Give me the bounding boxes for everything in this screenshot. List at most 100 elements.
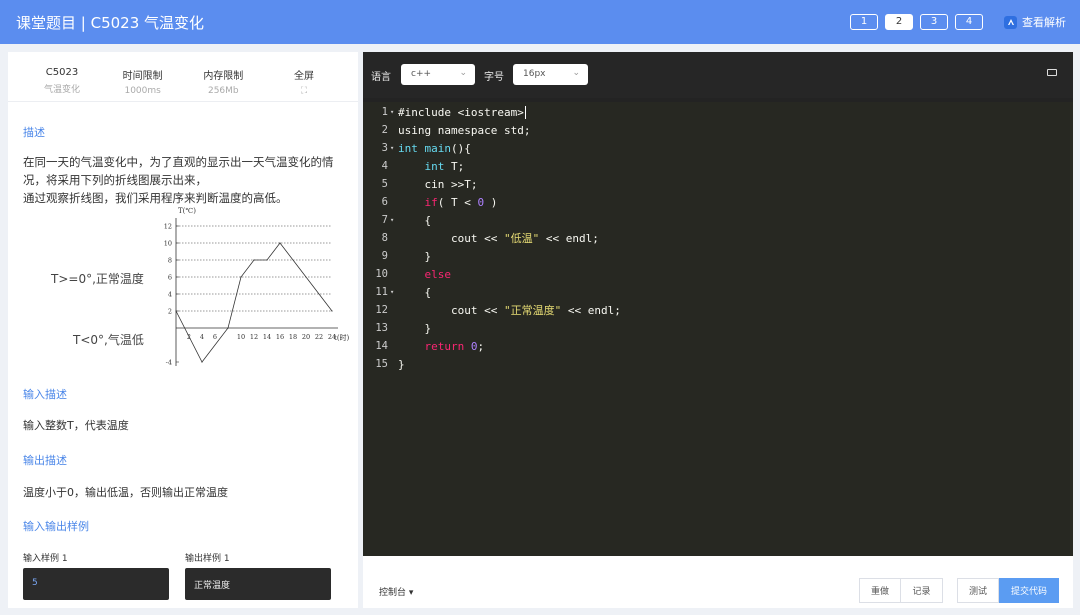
data-point	[201, 361, 203, 363]
line-number: 5	[381, 178, 388, 190]
test-button[interactable]: 测试	[957, 578, 999, 603]
code-line[interactable]: 3 ▾ int main(){	[363, 139, 1073, 157]
analysis-icon	[1004, 15, 1017, 29]
code-line[interactable]: 8 cout << "低温" << endl;	[363, 229, 1073, 247]
code-line[interactable]: 14 return 0;	[363, 337, 1073, 355]
y-tick-label: 2	[168, 308, 172, 316]
info-id: C5023 气温变化	[22, 67, 102, 101]
redo-button[interactable]: 重做	[859, 578, 901, 603]
code-line[interactable]: 13 }	[363, 319, 1073, 337]
y-tick-label: -4	[166, 359, 172, 367]
line-number: 6	[381, 196, 388, 208]
code-text: if( T < 0 )	[424, 195, 498, 209]
description-line-1: 在同一天的气温变化中，为了直观的显示出一天气温变化的情	[23, 155, 334, 169]
record-button[interactable]: 记录	[901, 578, 943, 603]
line-number: 15	[375, 358, 388, 370]
page-button-1[interactable]: 1	[850, 14, 878, 30]
info-memory-key: 内存限制	[203, 71, 244, 82]
editor-footer: 控制台 ▾ 重做 记录 测试 提交代码	[363, 556, 1073, 608]
data-point	[253, 259, 255, 261]
description-heading: 描述	[23, 126, 45, 139]
y-tick-label: 10	[164, 240, 172, 248]
code-text: cin >>T;	[398, 177, 478, 191]
code-line[interactable]: 15}	[363, 355, 1073, 373]
input-sample-label: 输入样例 1	[23, 554, 68, 564]
output-desc-text: 温度小于0，输出低温，否则输出正常温度	[23, 486, 228, 499]
code-text: {	[398, 213, 432, 227]
x-tick-label: 16	[276, 333, 284, 341]
input-desc-heading: 输入描述	[23, 388, 67, 401]
code-text: int main(){	[398, 141, 471, 155]
description-line-2: 况，将采用下列的折线图展示出来，	[23, 173, 207, 187]
fullscreen-icon[interactable]: ⛶	[264, 86, 344, 96]
x-axis-label: t(时)	[334, 333, 350, 342]
question-pager: 1 2 3 4	[850, 14, 983, 30]
samples-heading: 输入输出样例	[23, 520, 89, 533]
code-text: using namespace std;	[398, 123, 531, 137]
view-analysis-button[interactable]: 查看解析	[1004, 14, 1066, 30]
line-number: 3	[381, 142, 388, 154]
code-line[interactable]: 7 ▾ {	[363, 211, 1073, 229]
y-tick-label: 4	[168, 291, 172, 299]
code-line[interactable]: 9 }	[363, 247, 1073, 265]
code-text: #include <iostream>	[398, 105, 526, 119]
output-sample-label: 输出样例 1	[185, 554, 230, 564]
code-text: {	[398, 285, 432, 299]
info-id-value: 气温变化	[43, 85, 80, 95]
x-tick-label: 4	[200, 333, 204, 341]
page-button-2[interactable]: 2	[885, 14, 913, 30]
chevron-down-icon: ⌄	[572, 68, 580, 78]
info-id-key: C5023	[45, 67, 79, 78]
data-point	[227, 327, 229, 329]
code-editor[interactable]: 1 ▾ #include <iostream> 2 using namespace st…	[363, 102, 1073, 556]
y-tick-label: 6	[168, 274, 172, 282]
code-text: cout << "正常温度" << endl;	[398, 304, 621, 317]
code-text: }	[398, 249, 432, 263]
page-button-4[interactable]: 4	[955, 14, 983, 30]
fullscreen-toggle[interactable]: 全屏 ⛶	[264, 67, 344, 101]
language-select[interactable]: c++ ⌄	[401, 64, 475, 85]
line-number: 10	[375, 268, 388, 280]
line-number: 11	[375, 286, 388, 298]
data-point	[331, 310, 333, 312]
console-toggle[interactable]: 控制台 ▾	[379, 585, 413, 598]
code-line[interactable]: 1 ▾ #include <iostream>	[363, 103, 1073, 121]
fullscreen-label: 全屏	[293, 71, 314, 82]
code-line[interactable]: 6 if( T < 0 )	[363, 193, 1073, 211]
monitor-icon[interactable]	[1047, 69, 1057, 76]
submit-group: 测试 提交代码	[957, 578, 1059, 603]
code-line[interactable]: 12 cout << "正常温度" << endl;	[363, 301, 1073, 319]
line-number: 12	[375, 304, 388, 316]
code-line[interactable]: 11 ▾ {	[363, 283, 1073, 301]
chevron-down-icon: ⌄	[459, 68, 467, 78]
output-desc-heading: 输出描述	[23, 454, 67, 467]
data-point	[266, 259, 268, 261]
code-line[interactable]: 4 int T;	[363, 157, 1073, 175]
page-button-3[interactable]: 3	[920, 14, 948, 30]
figure-label-low: T<0°,气温低	[73, 333, 144, 347]
editor-toolbar: 语言 c++ ⌄ 字号 16px ⌄	[363, 52, 1073, 98]
data-point	[279, 242, 281, 244]
temperature-line-chart: 12108642-42 4 6 10 12 14 16 18 20 22 24T(℃)t(时)	[164, 207, 350, 367]
temperature-line	[175, 242, 333, 363]
code-text: else	[424, 267, 452, 281]
line-number: 7	[381, 214, 388, 226]
info-memory-value: 256Mb	[207, 86, 239, 96]
line-number: 2	[381, 124, 388, 136]
code-line[interactable]: 5 cin >>T;	[363, 175, 1073, 193]
line-number: 1	[381, 106, 388, 118]
y-tick-label: 8	[168, 257, 172, 265]
code-text: }	[398, 321, 432, 335]
code-text: cout << "低温" << endl;	[398, 232, 599, 245]
input-sample-box: 5	[23, 568, 169, 600]
data-point	[240, 276, 242, 278]
code-text: return 0;	[424, 339, 485, 353]
code-line[interactable]: 10 else	[363, 265, 1073, 283]
code-line[interactable]: 2 using namespace std;	[363, 121, 1073, 139]
info-time-value: 1000ms	[124, 86, 161, 96]
line-number: 9	[381, 250, 388, 262]
code-text: }	[398, 357, 405, 371]
info-memory-limit: 内存限制 256Mb	[183, 67, 263, 101]
fontsize-select[interactable]: 16px ⌄	[513, 64, 588, 85]
submit-code-button[interactable]: 提交代码	[999, 578, 1059, 603]
